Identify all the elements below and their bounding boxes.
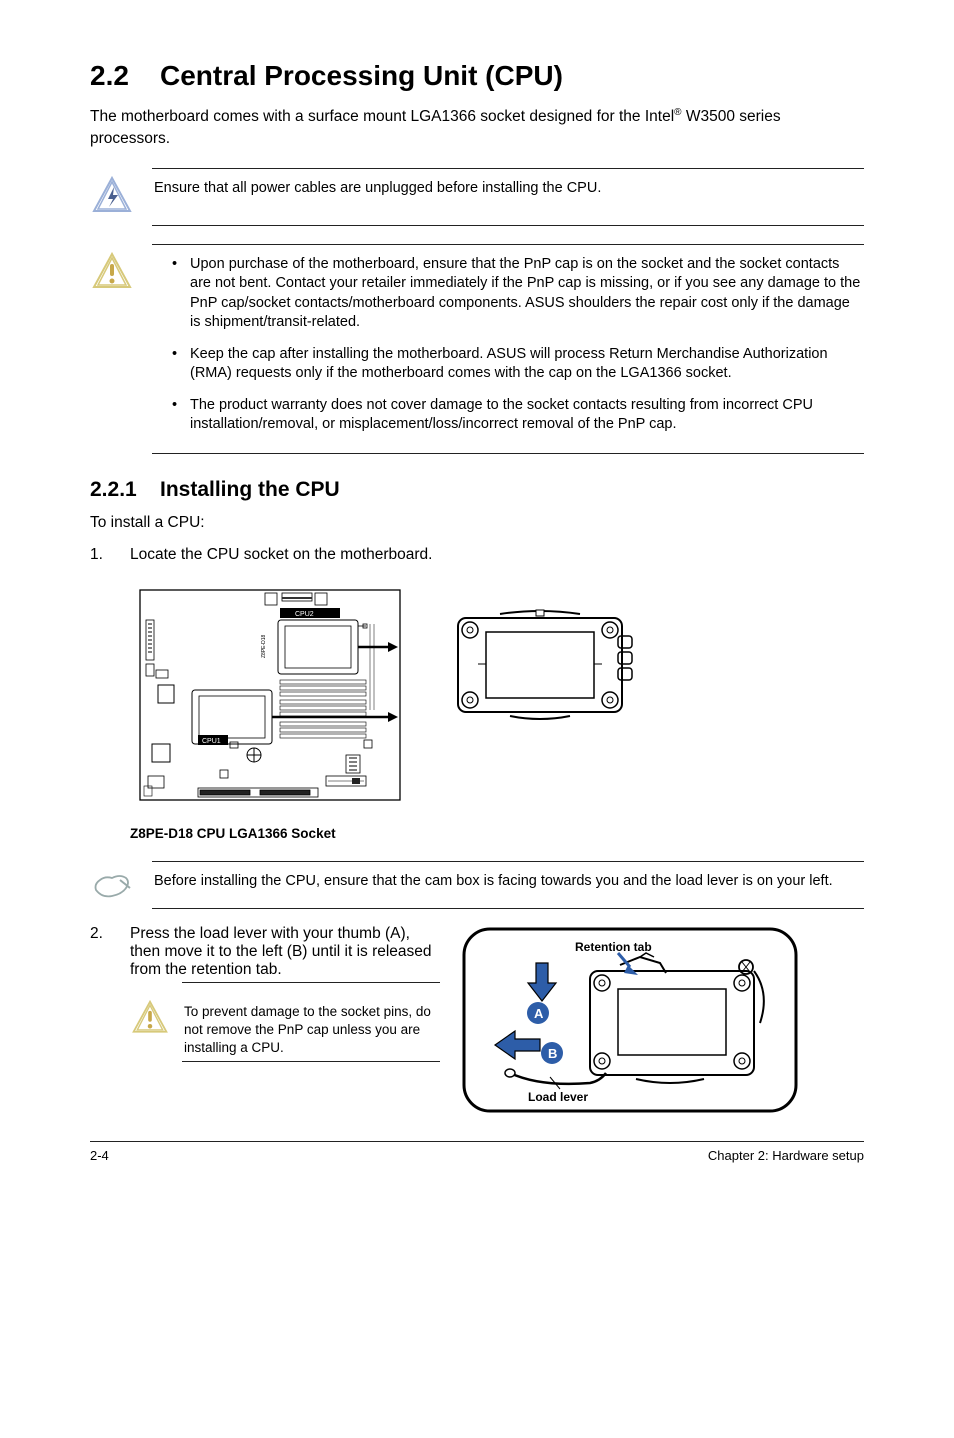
subsection-title-text: Installing the CPU <box>160 478 340 501</box>
subsection-title: 2.2.1Installing the CPU <box>90 478 864 502</box>
step-2: 2. Press the load lever with your thumb … <box>90 925 864 1115</box>
svg-text:Z8PE-D18: Z8PE-D18 <box>261 634 267 658</box>
list-item: Keep the cap after installing the mother… <box>172 345 864 384</box>
diagram-row: CPU2 Z8PE-D18 CPU1 <box>130 580 864 820</box>
lever-diagram: Retention tab <box>460 925 800 1115</box>
hand-note-icon <box>90 868 134 902</box>
inner-warning-text: To prevent damage to the socket pins, do… <box>184 999 440 1058</box>
page-number: 2-4 <box>90 1148 109 1163</box>
svg-text:B: B <box>548 1046 557 1061</box>
step-1: 1. Locate the CPU socket on the motherbo… <box>90 546 864 564</box>
section-title-text: Central Processing Unit (CPU) <box>160 60 563 91</box>
note-alert: Before installing the CPU, ensure that t… <box>90 868 864 902</box>
exclamation-icon <box>90 251 134 295</box>
lightning-icon <box>90 175 134 219</box>
motherboard-diagram: CPU2 Z8PE-D18 CPU1 <box>130 580 410 820</box>
danger-alert: Ensure that all power cables are unplugg… <box>90 175 864 219</box>
list-item: Upon purchase of the motherboard, ensure… <box>172 255 864 333</box>
socket-diagram <box>440 600 640 730</box>
inner-warning-alert: To prevent damage to the socket pins, do… <box>130 999 440 1058</box>
subsection-number: 2.2.1 <box>90 478 160 502</box>
intro-paragraph: The motherboard comes with a surface mou… <box>90 106 864 150</box>
section-title: 2.2Central Processing Unit (CPU) <box>90 60 864 92</box>
svg-text:Load lever: Load lever <box>528 1090 588 1104</box>
svg-text:Retention tab: Retention tab <box>575 940 652 954</box>
section-number: 2.2 <box>90 60 160 92</box>
svg-text:CPU2: CPU2 <box>295 611 314 618</box>
warning-list: Upon purchase of the motherboard, ensure… <box>154 255 864 436</box>
page-footer: 2-4 Chapter 2: Hardware setup <box>90 1141 864 1163</box>
warning-alert: Upon purchase of the motherboard, ensure… <box>90 251 864 448</box>
svg-text:A: A <box>534 1006 544 1021</box>
danger-text: Ensure that all power cables are unplugg… <box>154 175 864 219</box>
exclamation-icon <box>130 999 170 1039</box>
lead-text: To install a CPU: <box>90 514 864 532</box>
step-2-text: Press the load lever with your thumb (A)… <box>130 925 440 979</box>
diagram-caption: Z8PE-D18 CPU LGA1366 Socket <box>130 826 864 841</box>
note-text: Before installing the CPU, ensure that t… <box>154 868 864 902</box>
step-1-text: Locate the CPU socket on the motherboard… <box>130 546 864 564</box>
list-item: The product warranty does not cover dama… <box>172 396 864 435</box>
chapter-label: Chapter 2: Hardware setup <box>708 1148 864 1163</box>
svg-text:CPU1: CPU1 <box>202 738 221 745</box>
